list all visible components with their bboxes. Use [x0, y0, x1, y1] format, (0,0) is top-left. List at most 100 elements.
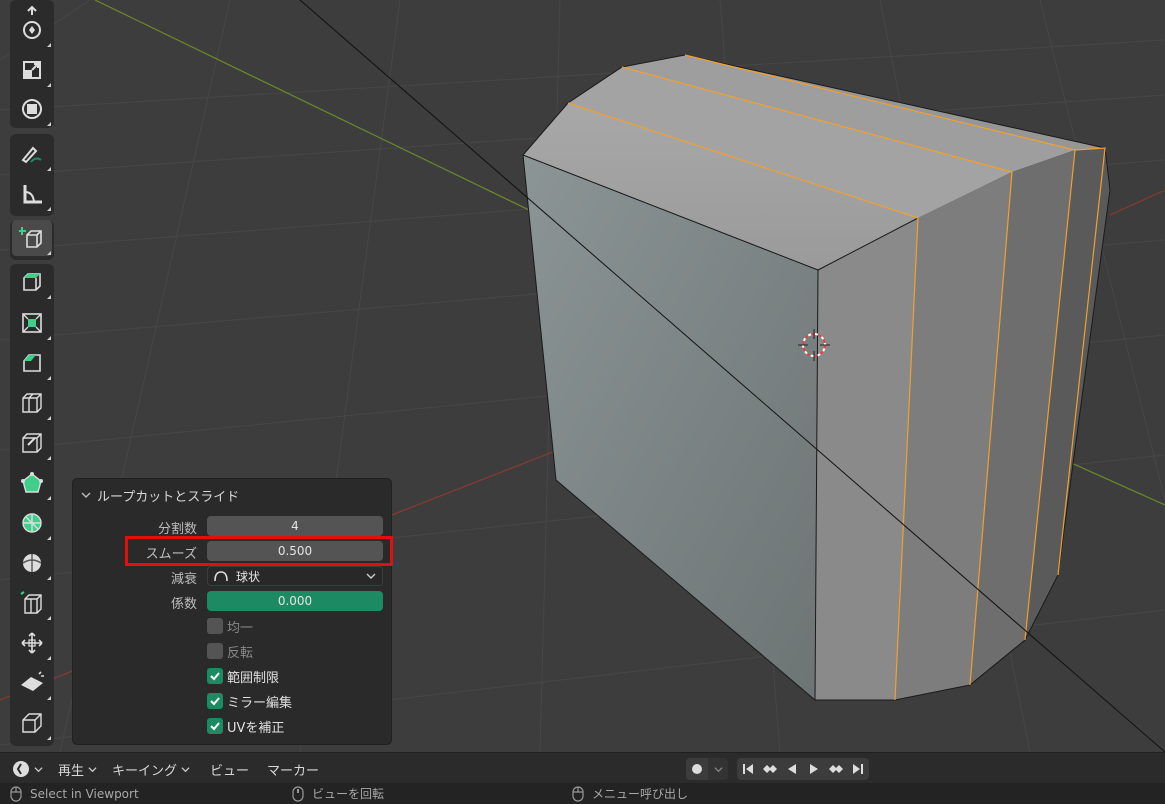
- smooth-tool-icon: [22, 554, 42, 572]
- smooth-tool-button[interactable]: [12, 545, 52, 581]
- cuts-row: 分割数 4: [73, 515, 393, 537]
- falloff-label: 減衰: [170, 572, 197, 587]
- spin-tool-button[interactable]: [12, 505, 52, 541]
- scale-tool-icon: [23, 61, 41, 79]
- view-menu[interactable]: ビュー: [210, 759, 249, 779]
- bevel-tool-icon: [23, 354, 41, 372]
- mirror-edit-checkbox[interactable]: [207, 693, 223, 709]
- status-middle-hint: ビューを回転: [292, 785, 384, 802]
- poly-build-tool-button[interactable]: [12, 465, 52, 501]
- mirror-edit-checkbox-row[interactable]: ミラー編集: [207, 691, 292, 711]
- mirror-edit-label: ミラー編集: [227, 695, 293, 711]
- falloff-select[interactable]: 球状: [207, 566, 383, 586]
- extrude-tool-button[interactable]: [12, 264, 52, 300]
- flip-checkbox[interactable]: [207, 643, 223, 659]
- flip-checkbox-row[interactable]: 反転: [207, 641, 253, 661]
- play-reverse-button[interactable]: [781, 758, 803, 780]
- inset-tool-button[interactable]: [12, 305, 52, 341]
- keying-menu[interactable]: キーイング: [112, 759, 190, 779]
- clamp-checkbox[interactable]: [207, 668, 223, 684]
- correct-uv-checkbox-row[interactable]: UVを補正: [207, 716, 284, 736]
- playback-menu[interactable]: 再生: [58, 759, 97, 779]
- sphere-falloff-icon: [214, 571, 228, 581]
- jump-start-button[interactable]: [737, 758, 759, 780]
- transform-tool-icon: [22, 99, 42, 119]
- even-checkbox[interactable]: [207, 618, 223, 634]
- bevel-tool-button[interactable]: [12, 345, 52, 381]
- keying-options-button[interactable]: [708, 758, 728, 780]
- add-cube-tool-icon: [19, 227, 42, 248]
- smooth-highlight-box: [125, 536, 393, 566]
- measure-tool-button[interactable]: [12, 176, 52, 212]
- loop-cut-tool-button[interactable]: [12, 385, 52, 421]
- play-button[interactable]: [803, 758, 825, 780]
- mouse-right-icon: [572, 785, 584, 802]
- add-cube-tool-button[interactable]: [12, 220, 52, 256]
- status-bar: Select in Viewport ビューを回転 メニュー呼び出し: [0, 783, 1165, 804]
- rip-tool-button[interactable]: [12, 705, 52, 741]
- checkmark-icon: [210, 697, 220, 706]
- annotate-tool-icon: [21, 146, 42, 164]
- jump-end-button[interactable]: [847, 758, 869, 780]
- knife-tool-button[interactable]: [12, 425, 52, 461]
- record-icon: [692, 764, 702, 774]
- jump-to-end-icon: [853, 764, 863, 774]
- auto-keying-button[interactable]: [686, 758, 708, 780]
- timeline-header: 再生 キーイング ビュー マーカー: [0, 752, 1165, 783]
- factor-label: 係数: [170, 597, 197, 612]
- falloff-value: 球状: [236, 569, 261, 584]
- chevron-down-icon: [88, 766, 97, 772]
- status-left-hint: Select in Viewport: [10, 785, 139, 802]
- clock-icon: [13, 761, 29, 777]
- even-checkbox-row[interactable]: 均一: [207, 616, 253, 636]
- prev-keyframe-icon: [763, 765, 777, 773]
- next-keyframe-icon: [829, 765, 843, 773]
- scale-tool-button[interactable]: [12, 52, 52, 88]
- status-left-text: Select in Viewport: [30, 786, 139, 801]
- x-axis-line-far: [1109, 189, 1165, 216]
- chevron-down-icon: [34, 766, 43, 772]
- factor-row: 係数 0.000: [73, 590, 393, 612]
- rotate-tool-button[interactable]: [12, 12, 52, 48]
- editor-type-button[interactable]: [12, 759, 43, 779]
- marker-menu[interactable]: マーカー: [267, 759, 319, 779]
- playback-label: 再生: [58, 763, 85, 779]
- clamp-label: 範囲制限: [227, 670, 280, 686]
- cuts-label: 分割数: [157, 522, 197, 537]
- status-right-hint: メニュー呼び出し: [572, 785, 688, 802]
- keying-label: キーイング: [112, 763, 178, 779]
- clamp-checkbox-row[interactable]: 範囲制限: [207, 666, 279, 686]
- jump-next-keyframe-button[interactable]: [825, 758, 847, 780]
- shrink-fatten-tool-button[interactable]: [12, 625, 52, 661]
- jump-to-start-icon: [743, 764, 753, 774]
- status-middle-text: ビューを回転: [312, 787, 385, 801]
- edge-slide-tool-button[interactable]: [12, 585, 52, 621]
- factor-field[interactable]: 0.000: [207, 591, 383, 611]
- marker-label: マーカー: [267, 763, 320, 779]
- mesh-object[interactable]: [522, 54, 1111, 701]
- chevron-down-icon: [366, 573, 376, 579]
- poly-build-tool-icon: [21, 472, 43, 493]
- jump-prev-keyframe-button[interactable]: [759, 758, 781, 780]
- correct-uv-checkbox[interactable]: [207, 718, 223, 734]
- annotate-tool-button[interactable]: [12, 136, 52, 172]
- operator-panel-header[interactable]: ループカットとスライド: [81, 485, 239, 505]
- checkmark-icon: [210, 672, 220, 681]
- flip-label: 反転: [227, 645, 254, 661]
- mouse-left-icon: [10, 785, 22, 802]
- cuts-field[interactable]: 4: [207, 516, 383, 536]
- shear-tool-button[interactable]: [12, 665, 52, 701]
- falloff-row: 減衰 球状: [73, 565, 393, 587]
- rotate-tool-icon: [23, 21, 41, 39]
- shear-tool-icon: [21, 671, 44, 691]
- measure-tool-icon: [23, 185, 42, 204]
- play-icon: [810, 764, 818, 774]
- loop-cut-tool-icon: [22, 393, 42, 413]
- transform-tool-button[interactable]: [12, 91, 52, 127]
- operator-panel-title: ループカットとスライド: [97, 489, 240, 505]
- 3d-viewport[interactable]: ループカットとスライド 分割数 4 スムーズ 0.500 減衰 球状 係数 0.…: [0, 0, 1165, 752]
- even-label: 均一: [227, 620, 254, 636]
- inset-tool-icon: [22, 313, 42, 333]
- shrink-fatten-tool-icon: [21, 632, 43, 654]
- y-axis-line: [94, 0, 561, 226]
